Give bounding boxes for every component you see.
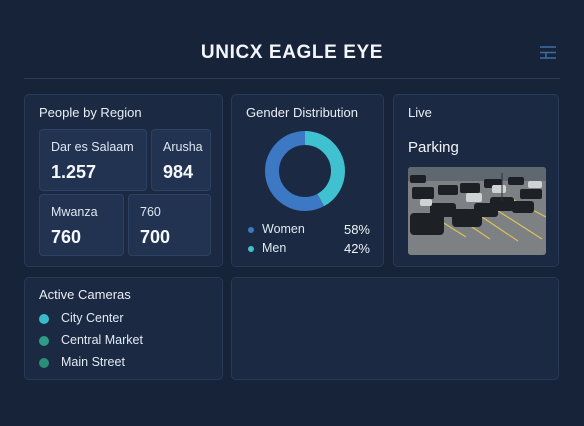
- camera-item-main-street[interactable]: Main Street: [39, 355, 219, 371]
- region-tile-arusha[interactable]: Arusha 984: [151, 129, 211, 191]
- region-name: Dar es Salaam: [51, 140, 134, 154]
- menu-button[interactable]: [538, 44, 558, 62]
- legend-dot: [248, 246, 254, 252]
- legend-value: 42%: [343, 241, 370, 256]
- status-dot: [39, 314, 49, 324]
- status-dot: [39, 336, 49, 346]
- camera-label: Central Market: [61, 333, 143, 347]
- card-title: Active Cameras: [39, 287, 131, 302]
- legend-dot: [248, 227, 254, 233]
- legend-value: 58%: [343, 222, 370, 237]
- legend-item-men: Men 42%: [248, 241, 370, 257]
- status-dot: [39, 358, 49, 368]
- region-count: 984: [163, 162, 194, 182]
- region-count: 700: [140, 227, 171, 247]
- region-name: Mwanza: [51, 205, 98, 219]
- region-count: 1.257: [51, 162, 97, 182]
- region-count: 760: [51, 227, 82, 247]
- header-divider: [24, 78, 560, 79]
- camera-label: City Center: [61, 311, 124, 325]
- live-camera-name: Parking: [408, 139, 459, 156]
- camera-item-city-center[interactable]: City Center: [39, 311, 219, 327]
- dashboard: UNICX EAGLE EYE People by Region Dar es …: [0, 0, 584, 426]
- region-name: 760: [140, 205, 161, 219]
- empty-panel: [231, 277, 559, 380]
- camera-item-central-market[interactable]: Central Market: [39, 333, 219, 349]
- card-title: Live: [408, 105, 432, 120]
- card-title: People by Region: [39, 105, 142, 120]
- gender-donut-chart: [265, 131, 345, 211]
- header: UNICX EAGLE EYE: [0, 0, 584, 80]
- legend-label: Women: [262, 222, 305, 236]
- parking-lot-image: [408, 167, 546, 255]
- region-tile-dar-es-salaam[interactable]: Dar es Salaam 1.257: [39, 129, 147, 191]
- region-tile-fourth[interactable]: 760 700: [128, 194, 211, 256]
- camera-label: Main Street: [61, 355, 125, 369]
- legend-item-women: Women 58%: [248, 222, 370, 238]
- legend-label: Men: [262, 241, 287, 255]
- active-cameras-card: Active Cameras City Center Central Marke…: [24, 277, 223, 380]
- page-title: UNICX EAGLE EYE: [200, 42, 384, 63]
- region-tile-mwanza[interactable]: Mwanza 760: [39, 194, 124, 256]
- menu-icon: [540, 46, 556, 59]
- live-video-feed[interactable]: [408, 167, 546, 255]
- people-by-region-card: People by Region Dar es Salaam 1.257 Aru…: [24, 94, 223, 267]
- region-name: Arusha: [163, 140, 203, 154]
- gender-distribution-card: Gender Distribution Women 58% Men 42%: [231, 94, 384, 267]
- card-title: Gender Distribution: [246, 105, 358, 120]
- live-card: Live Parking: [393, 94, 559, 267]
